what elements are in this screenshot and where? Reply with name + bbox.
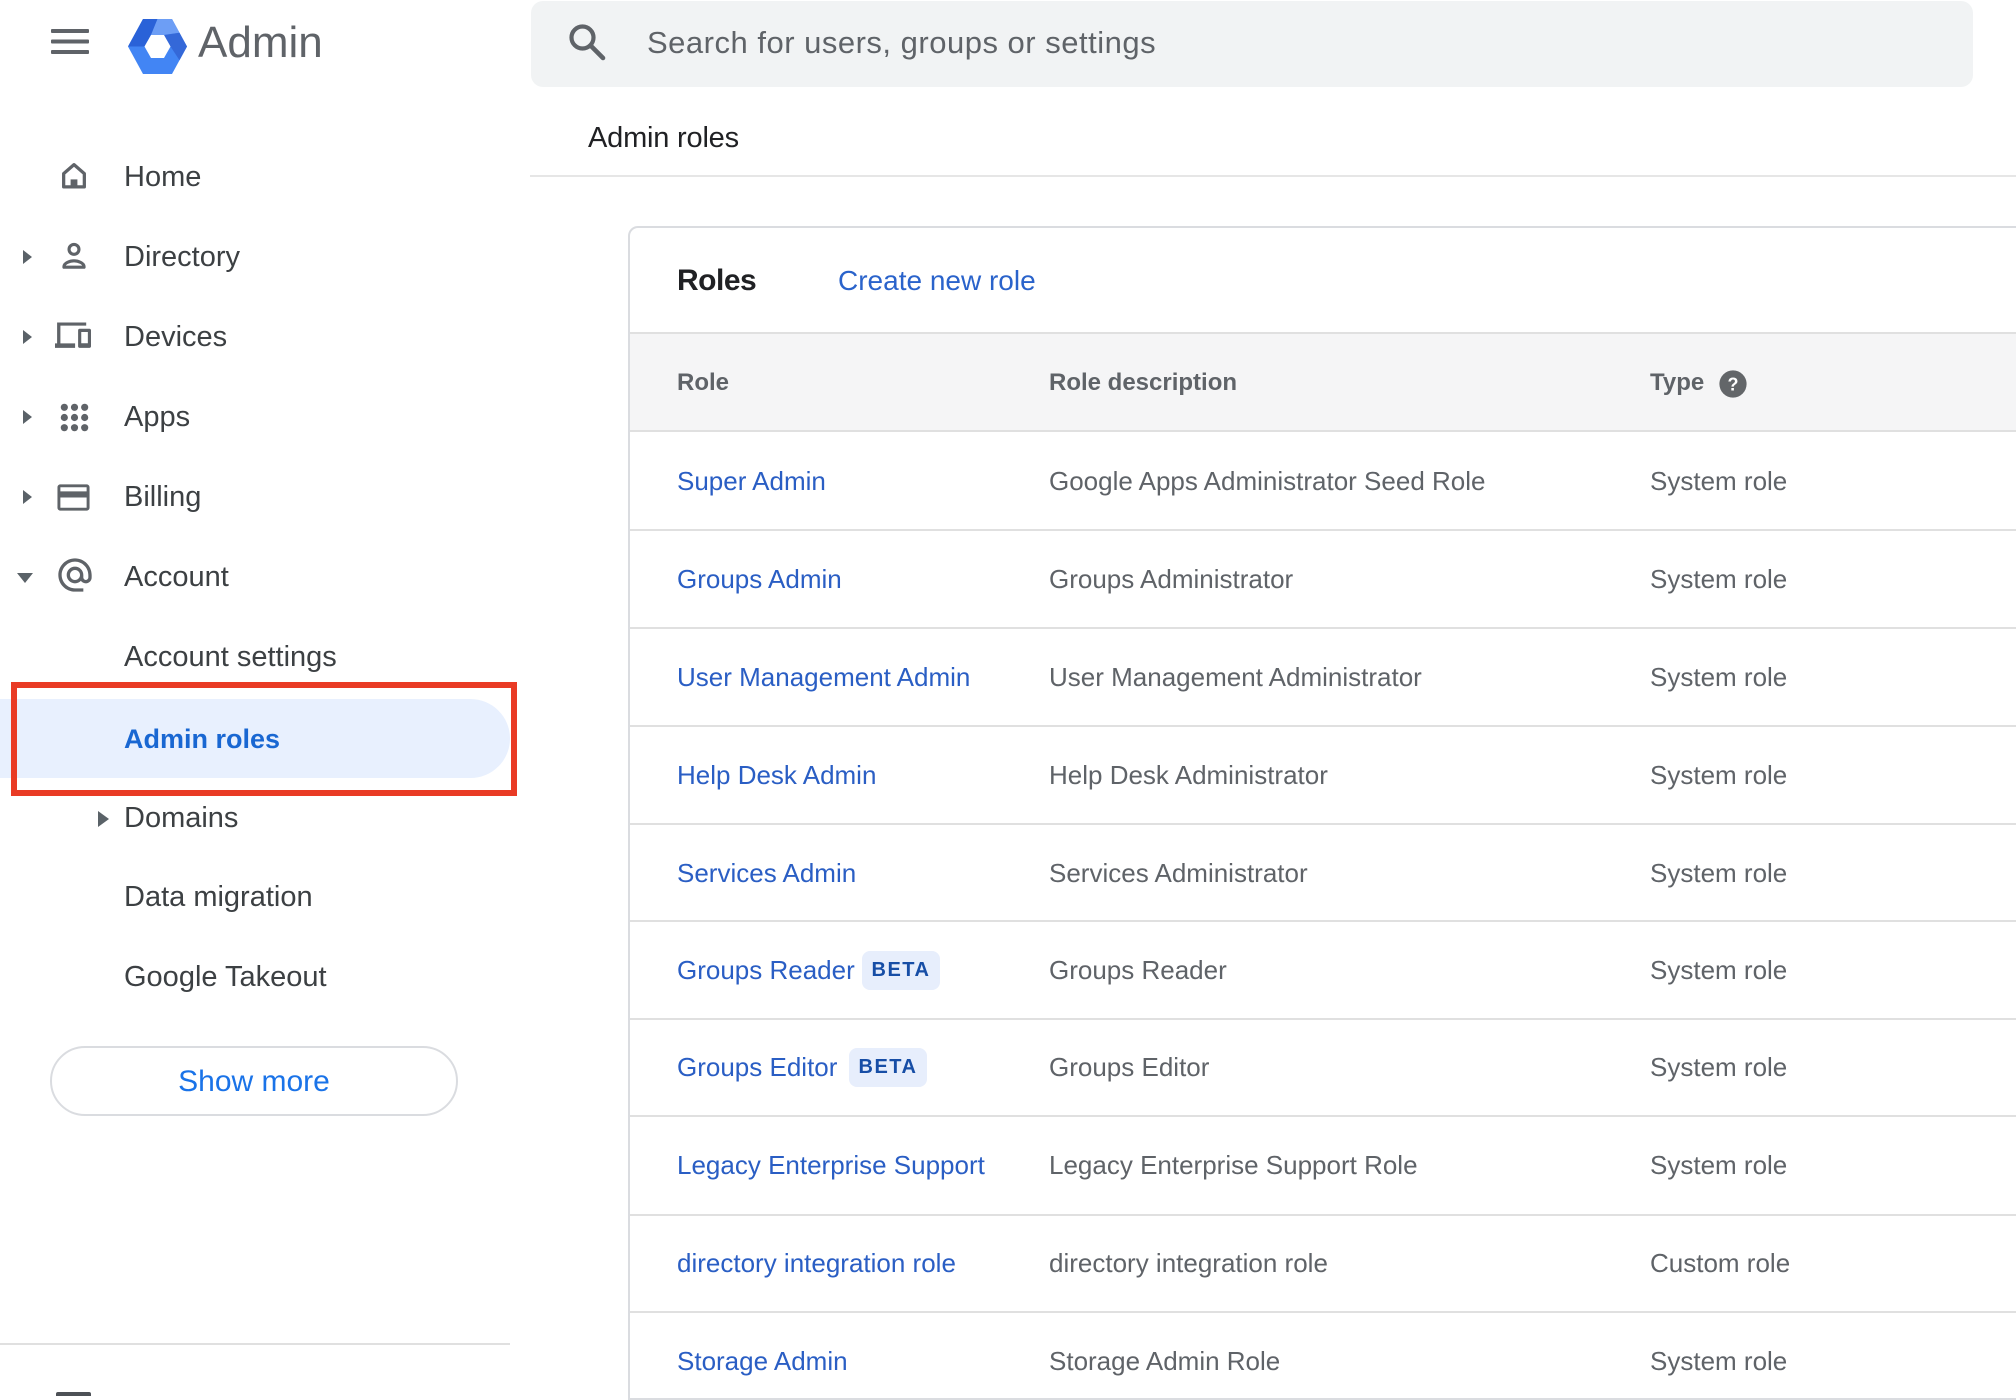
svg-text:?: ? bbox=[1728, 375, 1739, 395]
